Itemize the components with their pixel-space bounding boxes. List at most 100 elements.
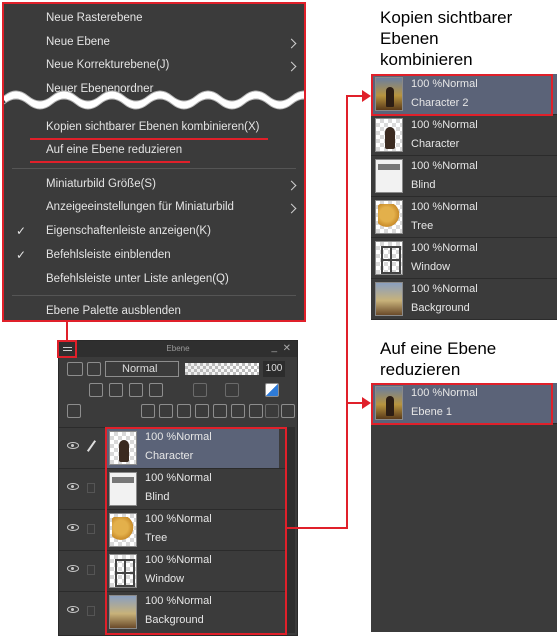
menu-item-thumbnail-display-settings[interactable]: Anzeigeeinstellungen für Miniaturbild [46, 201, 301, 214]
new-vector-layer-icon[interactable] [159, 404, 173, 418]
layer-palette: Ebene _ ✕ Normal 100 100 %Normal Characte… [57, 340, 298, 636]
layer-thumbnail [375, 282, 403, 316]
checkmark-icon: ✓ [16, 248, 27, 262]
menu-item-new-correction-layer[interactable]: Neue Korrekturebene(J) [46, 59, 301, 72]
chevron-right-icon [286, 180, 297, 191]
layer-row[interactable]: 100 %Normal Tree [371, 197, 557, 238]
menu-separator [12, 168, 296, 169]
clip-icon[interactable] [89, 383, 103, 397]
eye-icon[interactable] [67, 483, 79, 490]
new-folder-icon[interactable] [177, 404, 191, 418]
layer-color-button[interactable] [67, 362, 83, 376]
eye-icon[interactable] [67, 524, 79, 531]
scrollbar[interactable] [287, 427, 295, 633]
layer-blend-mode: 100 %Normal [411, 119, 478, 131]
highlight-box [371, 74, 553, 116]
chevron-right-icon [286, 38, 297, 49]
layer-mask-icon[interactable] [249, 404, 263, 418]
merge-down-icon[interactable] [213, 404, 227, 418]
pen-icon [86, 440, 97, 452]
menu-item-combine-visible-copies[interactable]: Kopien sichtbarer Ebenen kombinieren(X) [46, 121, 260, 133]
heading-line: reduzieren [380, 360, 461, 379]
apply-mask-icon[interactable] [265, 404, 279, 418]
blend-mode-value: Normal [122, 363, 158, 375]
layer-name: Tree [411, 220, 434, 232]
minimize-icon[interactable]: _ [271, 342, 277, 353]
layer-thumbnail [375, 200, 403, 234]
highlight-underline [30, 161, 190, 163]
cut-wave-divider [4, 90, 304, 110]
lock-checkbox[interactable] [87, 524, 95, 534]
palette-title: Ebene [166, 344, 190, 353]
menu-item-new-layer[interactable]: Neue Ebene [46, 36, 301, 49]
layer-name: Window [411, 261, 451, 273]
mask-icon[interactable] [225, 383, 239, 397]
layer-row[interactable]: 100 %Normal Window [371, 238, 557, 279]
layer-row[interactable]: 100 %Normal Background [371, 279, 557, 320]
layer-row[interactable]: 100 %Normal Character [371, 115, 557, 156]
merge-selected-icon[interactable] [231, 404, 245, 418]
layer-context-menu: Neue Rasterebene Neue Ebene Neue Korrekt… [2, 2, 306, 322]
menu-item-flatten[interactable]: Auf eine Ebene reduzieren [46, 144, 182, 156]
menu-item-hide-layer-palette[interactable]: Ebene Palette ausblenden [46, 305, 181, 317]
opacity-slider[interactable] [185, 363, 259, 375]
palette-titlebar: Ebene _ ✕ [59, 341, 297, 357]
layer-blend-mode: 100 %Normal [411, 160, 478, 172]
menu-item-label: Miniaturbild Größe(S) [46, 178, 156, 190]
trash-icon[interactable] [281, 404, 295, 418]
lock-checkbox[interactable] [87, 606, 95, 616]
layer-name: Character [411, 138, 460, 150]
menu-item-show-property-bar[interactable]: Eigenschaftenleiste anzeigen(K) [46, 225, 211, 237]
draft-layer-icon[interactable] [129, 383, 143, 397]
arrow-head-icon [362, 90, 371, 102]
chevron-right-icon [286, 203, 297, 214]
heading-line: kombinieren [380, 50, 473, 69]
heading-line: Ebenen [380, 29, 439, 48]
eye-icon[interactable] [67, 565, 79, 572]
eye-icon[interactable] [67, 442, 79, 449]
layer-blend-mode: 100 %Normal [411, 283, 478, 295]
heading-line: Kopien sichtbarer [380, 8, 513, 27]
highlight-box [105, 427, 287, 635]
new-raster-layer-icon[interactable] [141, 404, 155, 418]
layer-blend-mode: 100 %Normal [411, 242, 478, 254]
highlight-underline [30, 138, 268, 140]
menu-separator [12, 295, 296, 296]
menu-item-label: Neue Ebene [46, 36, 110, 48]
lock-transparency-icon[interactable] [193, 383, 207, 397]
lock-checkbox[interactable] [87, 483, 95, 493]
close-icon[interactable]: ✕ [283, 343, 291, 354]
layer-thumbnail [375, 118, 403, 152]
eye-icon[interactable] [67, 606, 79, 613]
blend-mode-select[interactable]: Normal [105, 361, 179, 377]
lock-icon[interactable] [149, 383, 163, 397]
lock-checkbox[interactable] [87, 565, 95, 575]
layer-blend-mode: 100 %Normal [411, 201, 478, 213]
opacity-input[interactable]: 100 [263, 361, 285, 377]
hamburger-icon [63, 350, 72, 351]
chevron-down-icon[interactable] [87, 362, 101, 376]
layer-row[interactable]: 100 %Normal Blind [371, 156, 557, 197]
layer-thumbnail [375, 159, 403, 193]
arrow-head-icon [362, 397, 371, 409]
menu-item-label: Anzeigeeinstellungen für Miniaturbild [46, 201, 234, 213]
heading-flatten: Auf eine Ebene reduzieren [380, 338, 496, 380]
layer-properties-icon[interactable] [67, 404, 81, 418]
heading-combine: Kopien sichtbarer Ebenen kombinieren [380, 7, 512, 70]
heading-line: Auf eine Ebene [380, 339, 497, 358]
duplicate-layer-icon[interactable] [195, 404, 209, 418]
layer-thumbnail [375, 241, 403, 275]
menu-item-thumbnail-size[interactable]: Miniaturbild Größe(S) [46, 178, 301, 191]
palette-menu-button[interactable] [57, 340, 77, 358]
connector-line [346, 95, 348, 529]
hamburger-icon [63, 347, 72, 348]
menu-item-new-raster-layer[interactable]: Neue Rasterebene [46, 12, 143, 24]
reference-layer-icon[interactable] [109, 383, 123, 397]
menu-item-label: Neue Korrekturebene(J) [46, 59, 170, 71]
menu-item-command-bar-below-list[interactable]: Befehlsleiste unter Liste anlegen(Q) [46, 273, 229, 285]
checkmark-icon: ✓ [16, 224, 27, 238]
layer-color-icon[interactable] [265, 383, 279, 397]
chevron-right-icon [286, 61, 297, 72]
highlight-box [371, 383, 553, 425]
menu-item-show-command-bar[interactable]: Befehlsleiste einblenden [46, 249, 171, 261]
